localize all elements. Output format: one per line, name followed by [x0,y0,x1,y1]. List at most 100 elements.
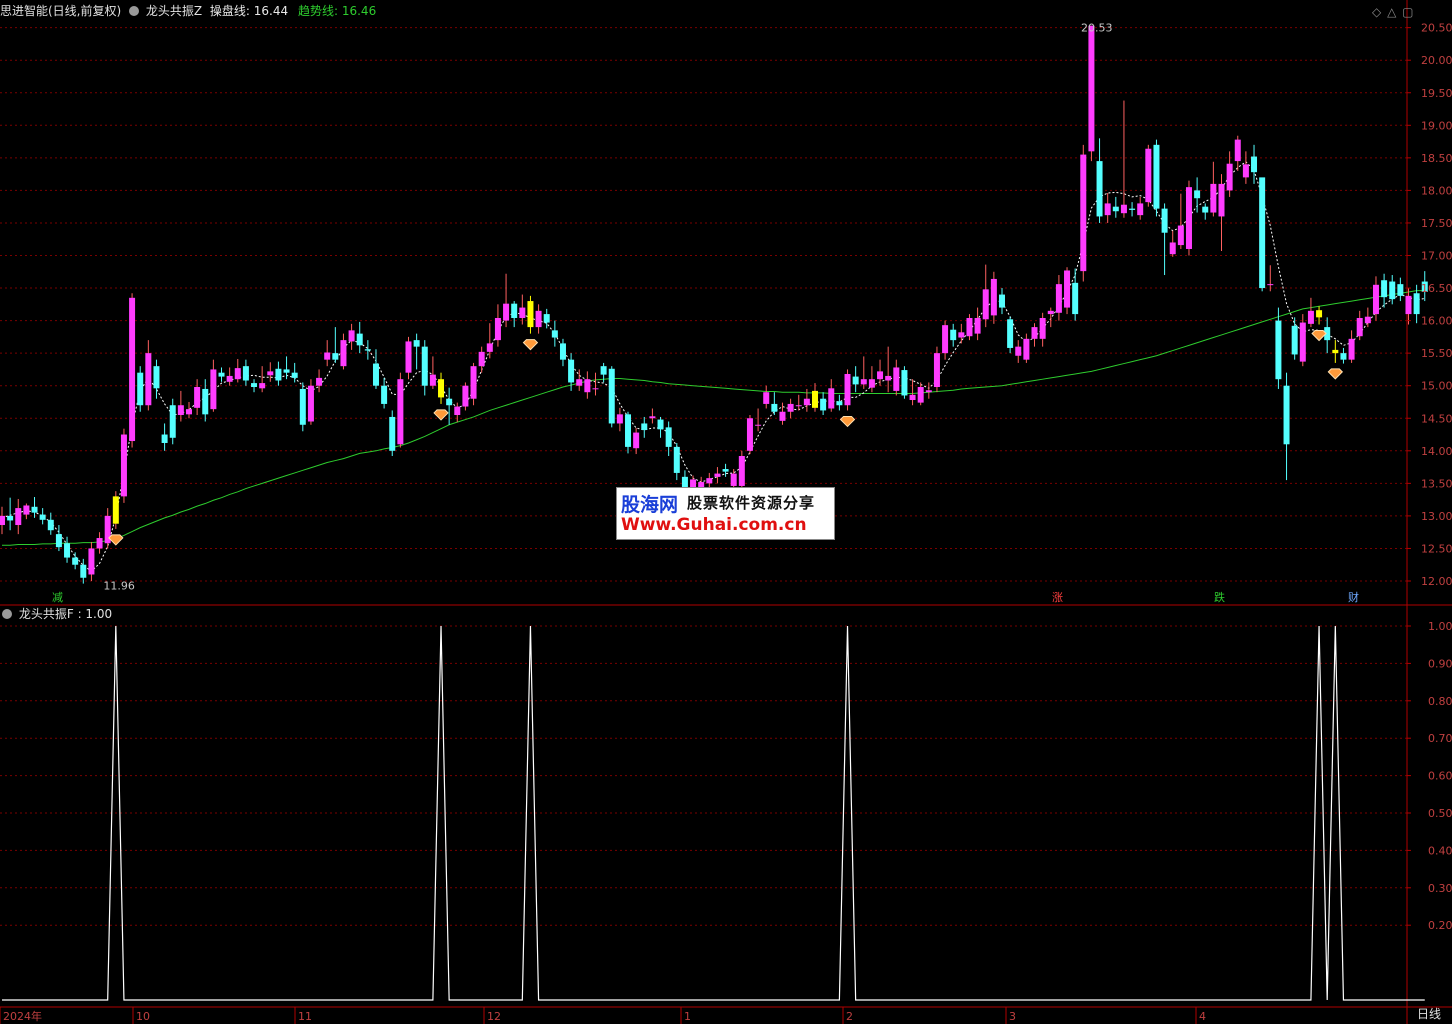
candle-body [112,496,119,524]
candle-body [185,409,192,415]
candle-body [1267,284,1274,286]
candle-body [649,416,656,419]
sub-tick-label: 0.50 [1428,807,1452,820]
sub-tick-label: 0.90 [1428,657,1452,670]
candle-body [194,387,201,408]
candle-body [616,414,623,424]
price-tick-label: 16.50 [1421,282,1452,295]
sub-tick-label: 0.40 [1428,844,1452,857]
trend-line-value: 16.46 [341,4,377,18]
candle-body [1153,144,1160,209]
candle-body [1072,282,1079,315]
high-price-label: 20.53 [1081,22,1113,35]
candle-body [625,414,632,447]
trend-line-label: 趋势线: [297,4,339,18]
sub-indicator-name[interactable]: 龙头共振F [19,607,74,621]
candle-body [665,427,672,447]
signal-tag: 涨 [1052,591,1063,604]
expand-icon[interactable]: ▢ [1402,5,1413,19]
candle-body [137,372,144,406]
candle-body [1055,284,1062,313]
candle-body [511,303,518,318]
sub-header: 龙头共振F : 1.00 [0,606,112,622]
candle-body [478,351,485,367]
up-nav-icon[interactable]: △ [1387,5,1396,19]
time-tick-label: 3 [1009,1010,1016,1023]
candle-body [706,478,713,484]
time-tick-label: 2024年 [3,1009,42,1023]
price-tick-label: 13.00 [1421,510,1452,523]
candle-body [1120,204,1127,214]
signal-tag: 财 [1348,590,1359,604]
candle-body [559,343,566,360]
candle-body [535,310,542,328]
stock-chart-window[interactable]: 20.50 20.00 19.50 19.00 18.50 18.00 17.50 17.00… [0,0,1452,1024]
candle-body [730,473,737,486]
candle-body [998,294,1005,308]
diamond-marker [1327,368,1344,380]
candle-body [1218,183,1225,217]
candle-body [738,456,745,486]
candle-body [470,366,477,399]
candle-body [1413,293,1420,315]
candle-body [47,519,54,531]
candle-body [641,423,648,430]
candle-body [852,376,859,385]
candle-body [1112,206,1119,212]
candle-body [568,359,575,383]
sub-collapse-icon[interactable] [2,609,12,619]
candle-body [356,333,363,346]
candle-body [1364,316,1371,324]
candle-body [958,332,965,338]
candle-body [1096,161,1103,217]
candle-body [55,534,62,548]
candle-body [1039,317,1046,339]
candle-body [828,388,835,409]
candle-body [1397,284,1404,296]
candle-body [1291,325,1298,355]
collapse-icon[interactable] [129,6,140,16]
main-header: 思进智能(日线,前复权) 龙头共振Z 操盘线: 16.44 趋势线: 16.46 [0,3,376,19]
sub-tick-label: 0.20 [1428,919,1452,932]
candle-body [584,379,591,393]
candle-body [844,373,851,406]
price-tick-label: 17.00 [1421,250,1452,263]
indicator-name[interactable]: 龙头共振Z [146,4,202,18]
candle-body [543,314,550,323]
candle-body [275,368,282,381]
candle-body [15,508,22,526]
candle-body [503,303,510,321]
candle-body [1251,156,1258,173]
candle-body [1080,154,1087,272]
candle-body [1275,320,1282,380]
candle-body [267,371,274,376]
candle-body [942,325,949,354]
candle-body [1047,310,1054,315]
candle-body [72,557,79,565]
candle-body [454,406,461,415]
sub-tick-label: 1.00 [1428,620,1452,633]
candle-body [332,353,339,360]
candle-body [364,349,371,351]
time-tick-label: 12 [487,1010,501,1023]
candle-body [925,390,932,393]
window-controls: ◇ △ ▢ [1372,4,1413,20]
candle-body [169,405,176,438]
candle-body [746,418,753,451]
diamond-nav-icon[interactable]: ◇ [1372,5,1381,19]
candle-body [1169,242,1176,255]
price-tick-label: 16.00 [1421,315,1452,328]
price-tick-label: 18.50 [1421,152,1452,165]
time-tick-label: 10 [136,1010,150,1023]
time-tick-label: 4 [1199,1010,1206,1023]
operate-line-label: 操盘线: [209,4,250,18]
candle-body [901,370,908,396]
candle-body [1299,322,1306,362]
sub-tick-label: 0.30 [1428,882,1452,895]
candle-body [421,346,428,386]
candle-body [795,405,802,407]
candle-body [1340,353,1347,360]
period-button[interactable]: 日线 [1417,1006,1441,1022]
candle-body [462,385,469,407]
candle-body [885,375,892,381]
